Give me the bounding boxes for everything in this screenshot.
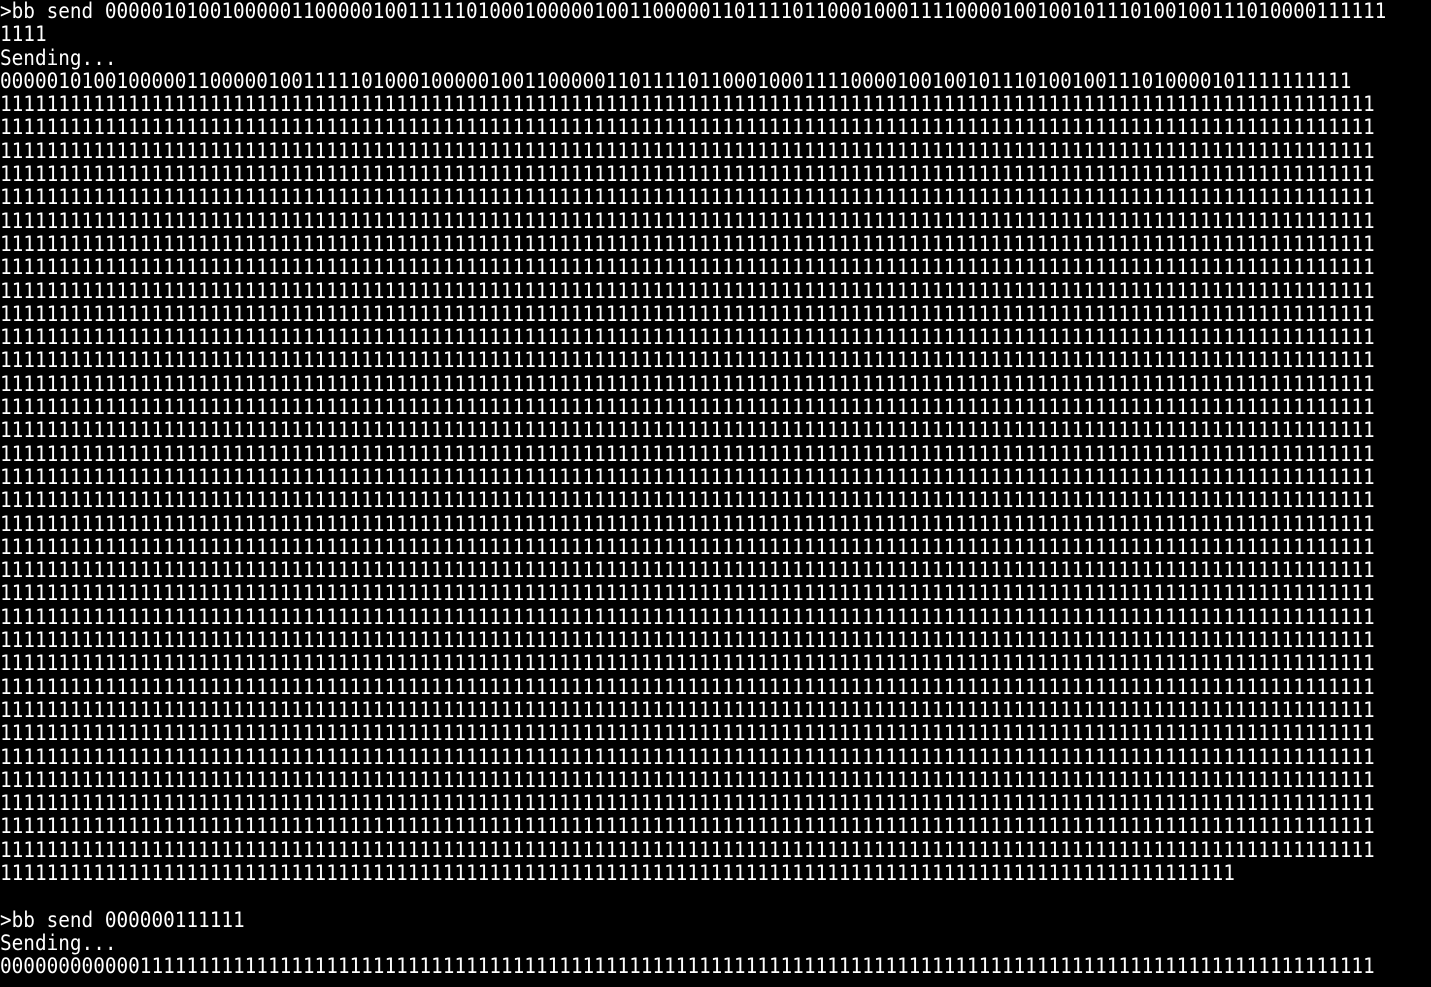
command-line-wrap: 1111: [0, 23, 47, 47]
status-line: Sending...: [0, 46, 117, 70]
output-line: 1111111111111111111111111111111111111111…: [0, 489, 1375, 513]
output-line: 1111111111111111111111111111111111111111…: [0, 419, 1375, 443]
output-line: Sending...: [0, 931, 117, 956]
output-line: 1111111111111111111111111111111111111111…: [0, 698, 1375, 723]
output-line: 1111111111111111111111111111111111111111…: [0, 535, 1375, 560]
output-line: 1111111111111111111111111111111111111111…: [0, 116, 1375, 140]
blank-line: 1111111111111111111111111111111111111111…: [0, 861, 1235, 886]
output-line: 1111111111111111111111111111111111111111…: [0, 139, 1375, 164]
output-line: 1111111111111111111111111111111111111111…: [0, 745, 1375, 769]
output-line: 1111111111111111111111111111111111111111…: [0, 372, 1375, 397]
output-line-last: 1111111111111111111111111111111111111111…: [0, 838, 1375, 862]
output-line: 1111111111111111111111111111111111111111…: [0, 279, 1375, 303]
output-line: 1111111111111111111111111111111111111111…: [0, 768, 1375, 793]
output-line: 1111111111111111111111111111111111111111…: [0, 722, 1375, 746]
output-line: 1111111111111111111111111111111111111111…: [0, 326, 1375, 350]
output-line: 1111111111111111111111111111111111111111…: [0, 163, 1375, 187]
output-line: 0000010100100000110000010011111010001000…: [0, 69, 1352, 94]
output-line: 1111111111111111111111111111111111111111…: [0, 186, 1375, 210]
command-line: >bb send 0000010100100000110000010011111…: [0, 0, 1387, 24]
output-line: 1111111111111111111111111111111111111111…: [0, 209, 1375, 233]
output-line: 1111111111111111111111111111111111111111…: [0, 442, 1375, 466]
output-line: 1111111111111111111111111111111111111111…: [0, 302, 1375, 327]
output-line: 1111111111111111111111111111111111111111…: [0, 652, 1375, 676]
output-line: 1111111111111111111111111111111111111111…: [0, 396, 1375, 420]
output-line: 1111111111111111111111111111111111111111…: [0, 792, 1375, 816]
output-line: 1111111111111111111111111111111111111111…: [0, 256, 1375, 280]
output-line: 1111111111111111111111111111111111111111…: [0, 232, 1375, 257]
output-line: 1111111111111111111111111111111111111111…: [0, 605, 1375, 630]
output-line: 1111111111111111111111111111111111111111…: [0, 559, 1375, 583]
output-line: 1111111111111111111111111111111111111111…: [0, 675, 1375, 699]
command-line: [0, 885, 1431, 908]
output-line: 1111111111111111111111111111111111111111…: [0, 512, 1375, 536]
output-line: 1111111111111111111111111111111111111111…: [0, 815, 1375, 839]
status-line: >bb send 000000111111: [0, 908, 245, 932]
output-line: 1111111111111111111111111111111111111111…: [0, 629, 1375, 653]
output-line: 1111111111111111111111111111111111111111…: [0, 93, 1375, 117]
output-line: 1111111111111111111111111111111111111111…: [0, 582, 1375, 606]
output-line: 1111111111111111111111111111111111111111…: [0, 465, 1375, 490]
output-line: 1111111111111111111111111111111111111111…: [0, 349, 1375, 373]
console-output[interactable]: >bb send 0000010100100000110000010011111…: [0, 0, 1431, 987]
output-line: 0000000000001111111111111111111111111111…: [0, 955, 1375, 979]
